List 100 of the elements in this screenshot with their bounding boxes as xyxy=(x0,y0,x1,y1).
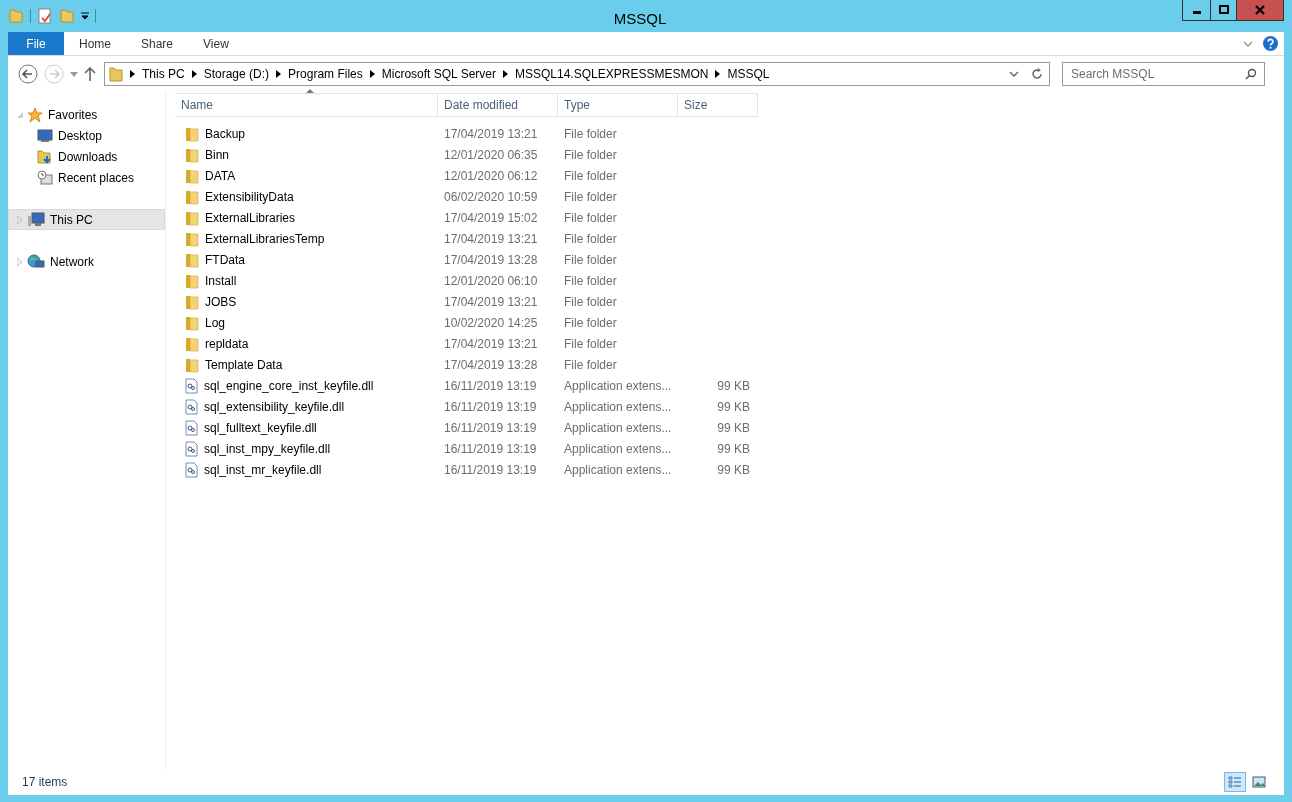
maximize-icon xyxy=(1218,5,1229,15)
file-name[interactable]: ExternalLibraries xyxy=(205,208,296,227)
date-modified: 17/04/2019 15:02 xyxy=(444,210,538,225)
date-modified: 06/02/2020 10:59 xyxy=(444,189,538,204)
date-modified: 16/11/2019 13:19 xyxy=(444,420,537,435)
file-size: 99 KB xyxy=(717,399,750,414)
recent-places-icon xyxy=(37,169,53,186)
dropdown-icon[interactable] xyxy=(81,12,89,20)
folder-icon xyxy=(109,66,123,82)
breadcrumb-arrow-icon[interactable] xyxy=(503,70,508,78)
file-type: File folder xyxy=(564,168,617,183)
file-type: File folder xyxy=(564,315,617,330)
navigation-item[interactable]: This PC xyxy=(8,209,165,230)
folder-icon xyxy=(185,314,199,331)
file-type: Application extens... xyxy=(564,462,672,477)
breadcrumb-arrow-icon[interactable] xyxy=(276,70,282,78)
recent-locations-icon[interactable] xyxy=(70,71,78,77)
search-icon[interactable] xyxy=(1245,68,1257,80)
column-header[interactable]: Type xyxy=(558,93,678,117)
date-modified: 16/11/2019 13:19 xyxy=(444,399,537,414)
refresh-icon[interactable] xyxy=(1031,68,1043,80)
file-type: File folder xyxy=(564,273,617,288)
file-name[interactable]: Template Data xyxy=(205,355,283,374)
date-modified: 12/01/2020 06:10 xyxy=(444,273,538,288)
ribbon-tab[interactable]: Home xyxy=(64,32,126,55)
breadcrumb-arrow-icon[interactable] xyxy=(369,70,375,78)
file-name[interactable]: FTData xyxy=(205,250,245,269)
address-bar[interactable]: This PC Storage (D:) Program Files Microsoft SQL Server MSSQL14.SQLEXPRESSMESMON MSSQL xyxy=(104,62,1050,86)
file-type: File folder xyxy=(564,126,617,141)
date-modified: 17/04/2019 13:21 xyxy=(444,336,538,351)
date-modified: 17/04/2019 13:21 xyxy=(444,294,538,309)
date-modified: 16/11/2019 13:19 xyxy=(444,441,537,456)
dll-file-icon xyxy=(185,419,198,436)
date-modified: 17/04/2019 13:21 xyxy=(444,126,538,141)
file-name[interactable]: sql_inst_mr_keyfile.dll xyxy=(204,460,322,479)
column-header[interactable]: Size xyxy=(678,93,758,117)
column-header[interactable]: Date modified xyxy=(438,93,558,117)
file-name[interactable]: sql_inst_mpy_keyfile.dll xyxy=(204,439,331,458)
file-type: Application extens... xyxy=(564,420,672,435)
ribbon-tab[interactable]: File xyxy=(8,32,64,55)
navigation-item[interactable]: Downloads xyxy=(8,146,165,167)
search-field[interactable]: Search MSSQL xyxy=(1062,62,1265,86)
close-button[interactable] xyxy=(1237,0,1283,20)
window-title: MSSQL xyxy=(612,9,668,29)
breadcrumb-arrow-icon[interactable] xyxy=(130,70,135,78)
help-icon[interactable] xyxy=(1263,36,1278,51)
file-size: 99 KB xyxy=(717,420,750,435)
dll-file-icon xyxy=(185,461,198,478)
breadcrumb[interactable]: Microsoft SQL Server xyxy=(381,65,496,83)
folder-icon xyxy=(185,356,199,373)
ribbon-tab[interactable]: View xyxy=(188,32,244,55)
file-name[interactable]: ExternalLibrariesTemp xyxy=(205,229,325,248)
file-name[interactable]: Install xyxy=(205,271,237,290)
file-name[interactable]: repldata xyxy=(205,334,249,353)
folder-icon xyxy=(185,230,199,247)
navigation-item[interactable]: Favorites xyxy=(8,104,165,125)
file-type: Application extens... xyxy=(564,399,672,414)
navigation-item[interactable]: Network xyxy=(8,251,165,272)
breadcrumb-arrow-icon[interactable] xyxy=(715,70,721,78)
file-type: File folder xyxy=(564,336,617,351)
item-count: 17 items xyxy=(22,774,68,791)
breadcrumb[interactable]: This PC xyxy=(142,65,185,83)
dll-file-icon xyxy=(185,377,198,394)
folder-icon xyxy=(185,167,199,184)
dropdown-icon[interactable] xyxy=(1009,70,1019,78)
breadcrumb[interactable]: MSSQL xyxy=(727,65,770,83)
file-type: File folder xyxy=(564,357,617,372)
file-name[interactable]: JOBS xyxy=(205,292,237,311)
expand-ribbon-icon[interactable] xyxy=(1243,39,1253,48)
folder-icon xyxy=(185,293,199,310)
navigation-item[interactable]: Desktop xyxy=(8,125,165,146)
date-modified: 10/02/2020 14:25 xyxy=(444,315,538,330)
file-name[interactable]: sql_fulltext_keyfile.dll xyxy=(204,418,317,437)
file-name[interactable]: Log xyxy=(205,313,226,332)
properties-icon[interactable] xyxy=(37,8,53,24)
up-arrow-icon[interactable] xyxy=(84,67,96,81)
file-size: 99 KB xyxy=(717,378,750,393)
breadcrumb[interactable]: Program Files xyxy=(288,65,363,83)
file-name[interactable]: Backup xyxy=(205,124,246,143)
file-size: 99 KB xyxy=(717,441,750,456)
ribbon-tab[interactable]: Share xyxy=(126,32,189,55)
sort-arrow-icon xyxy=(306,89,314,93)
file-name[interactable]: DATA xyxy=(205,166,236,185)
star-icon xyxy=(27,106,43,123)
file-type: File folder xyxy=(564,147,617,162)
download-folder-icon xyxy=(37,148,53,165)
breadcrumb-arrow-icon[interactable] xyxy=(191,70,197,78)
details-view-icon[interactable] xyxy=(1224,772,1246,792)
dll-file-icon xyxy=(185,440,198,457)
file-name[interactable]: sql_extensibility_keyfile.dll xyxy=(204,397,345,416)
file-name[interactable]: sql_engine_core_inst_keyfile.dll xyxy=(204,376,374,395)
file-name[interactable]: Binn xyxy=(205,145,230,164)
file-type: File folder xyxy=(564,231,617,246)
folder-icon xyxy=(185,335,199,352)
dll-file-icon xyxy=(185,398,198,415)
navigation-item[interactable]: Recent places xyxy=(8,167,165,188)
breadcrumb[interactable]: Storage (D:) xyxy=(203,65,270,83)
file-name[interactable]: ExtensibilityData xyxy=(205,187,294,206)
back-icon[interactable] xyxy=(18,64,38,84)
breadcrumb[interactable]: MSSQL14.SQLEXPRESSMESMON xyxy=(515,65,709,83)
